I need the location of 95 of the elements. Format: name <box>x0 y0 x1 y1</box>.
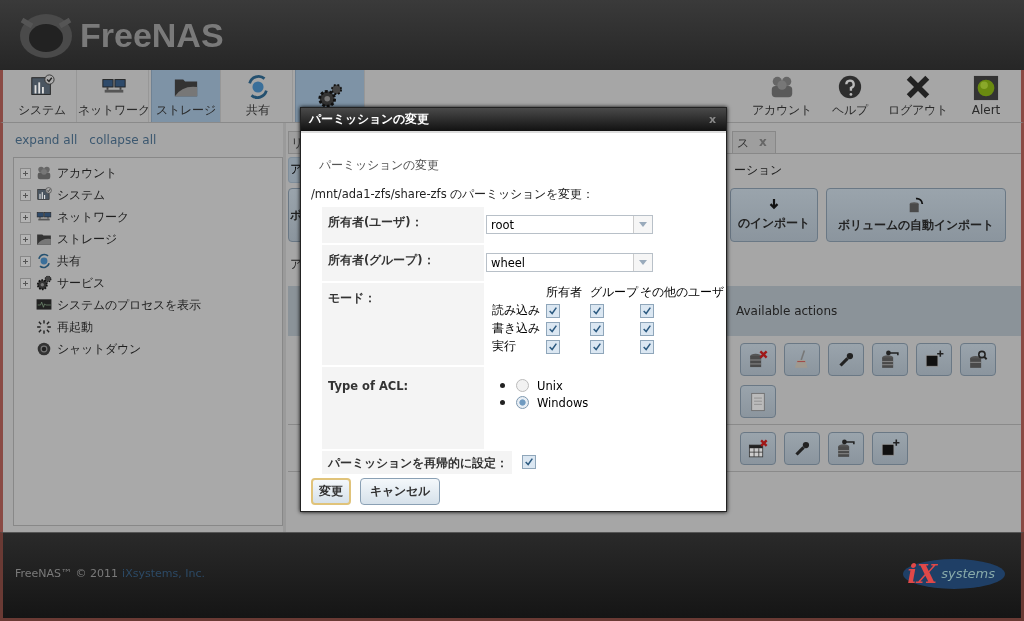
column-header: 所有者 <box>546 285 583 300</box>
tree-item[interactable]: システムのプロセスを表示 <box>57 296 201 314</box>
nav-button[interactable]: ストレージ <box>151 70 221 122</box>
column-header: Available actions <box>736 304 838 318</box>
field-label: Type of ACL: <box>328 379 409 393</box>
gears-icon <box>36 275 52 291</box>
checkbox[interactable] <box>640 303 654 318</box>
dialog-title: パーミッションの変更 <box>309 111 429 128</box>
tree-item[interactable]: 共有 <box>57 252 81 270</box>
checkbox[interactable] <box>522 455 536 469</box>
expand-icon[interactable] <box>20 189 31 201</box>
dialog-heading: パーミッションの変更 <box>318 157 440 174</box>
tree-item[interactable]: システム <box>57 186 105 204</box>
tree-item[interactable]: ネットワーク <box>57 208 129 226</box>
expand-icon[interactable] <box>20 233 31 245</box>
tab[interactable]: ス x <box>732 131 776 153</box>
database-key-icon <box>835 437 857 460</box>
download-icon <box>767 198 781 212</box>
nav-button[interactable]: Alert <box>953 70 1019 122</box>
alert-light-icon <box>973 75 999 101</box>
folder-icon <box>36 231 52 247</box>
checkbox[interactable] <box>640 321 654 336</box>
tree-item[interactable]: 再起動 <box>57 318 93 336</box>
nav-button[interactable]: 共有 <box>223 70 293 122</box>
expand-icon[interactable] <box>20 167 31 179</box>
close-icon[interactable]: x <box>708 113 716 126</box>
monitor-wave-icon <box>36 297 52 313</box>
checkbox[interactable] <box>546 321 560 336</box>
chart-monitor-icon <box>36 187 52 203</box>
radio-button[interactable] <box>516 379 529 392</box>
option-label: Unix <box>537 378 563 393</box>
cross-icon <box>905 73 931 100</box>
database-refresh-icon <box>907 196 925 214</box>
database-key-icon <box>879 348 901 371</box>
expand-icon[interactable] <box>20 255 31 267</box>
nav-button[interactable]: アカウント <box>749 70 815 122</box>
bullet-icon <box>500 400 505 405</box>
tree-item[interactable]: シャットダウン <box>57 340 141 358</box>
row-label: 実行 <box>492 339 517 354</box>
action-button[interactable] <box>784 432 820 465</box>
action-button[interactable] <box>916 343 952 376</box>
checkbox[interactable] <box>590 321 604 336</box>
caret-icon <box>639 260 647 265</box>
field-label: 所有者(グループ)： <box>328 253 435 267</box>
option-label: Windows <box>537 395 589 410</box>
checkbox[interactable] <box>590 339 604 354</box>
logo-text: FreeNAS <box>80 15 224 55</box>
path-text: /mnt/ada1-zfs/share-zfs のパーミッションを変更： <box>311 187 596 203</box>
tree-item[interactable]: サービス <box>57 274 105 292</box>
expand-icon[interactable] <box>20 277 31 289</box>
section-label: ア <box>289 255 302 273</box>
action-button[interactable] <box>960 343 996 376</box>
field-label: パーミッションを再帰的に設定： <box>328 456 508 470</box>
gears-icon <box>317 83 343 109</box>
action-button[interactable] <box>872 432 908 465</box>
checkbox[interactable] <box>546 303 560 318</box>
action-button[interactable] <box>828 343 864 376</box>
nav-button[interactable]: ログアウト <box>885 70 951 122</box>
auto-import-button[interactable]: ボリュームの自動インポート <box>826 188 1006 242</box>
tree-item[interactable]: アカウント <box>57 164 117 182</box>
users-icon <box>36 165 52 181</box>
expand-icon[interactable] <box>20 211 31 223</box>
dropdown-field[interactable]: wheel <box>486 253 653 272</box>
tree-item[interactable]: ストレージ <box>57 230 117 248</box>
checkbox[interactable] <box>640 339 654 354</box>
nav-button[interactable]: システム <box>7 70 77 122</box>
import-button[interactable]: のインポート <box>730 188 818 242</box>
action-button[interactable] <box>740 432 776 465</box>
row-label: 読み込み <box>492 303 541 318</box>
table-delete-icon <box>747 437 769 460</box>
row-label: 書き込み <box>492 321 541 336</box>
checkbox[interactable] <box>590 303 604 318</box>
spinner-icon <box>36 319 52 335</box>
help-icon <box>837 73 863 100</box>
action-button[interactable] <box>872 343 908 376</box>
copyright-text: FreeNAS™ © 2011 <box>15 567 119 580</box>
database-search-icon <box>967 348 989 371</box>
dialog-button[interactable]: キャンセル <box>360 478 440 505</box>
tree-link[interactable]: collapse all <box>89 133 157 157</box>
checkbox[interactable] <box>546 339 560 354</box>
bullet-icon <box>500 383 505 388</box>
radio-button[interactable] <box>516 396 529 409</box>
nav-button[interactable]: ネットワーク <box>79 70 149 122</box>
caret-icon <box>639 222 647 227</box>
field-label: 所有者(ユーザ)： <box>328 215 423 229</box>
power-icon <box>36 341 52 357</box>
action-button[interactable] <box>828 432 864 465</box>
tree-link[interactable]: expand all <box>15 133 78 157</box>
dialog-button[interactable]: 変更 <box>311 478 351 505</box>
globe-arrows-icon <box>36 253 52 269</box>
column-header: グループ <box>590 285 640 300</box>
field-label: モード： <box>328 291 376 305</box>
tab[interactable]: ーション <box>734 157 782 183</box>
dropdown-field[interactable]: root <box>486 215 653 234</box>
nav-button[interactable]: ヘルプ <box>817 70 883 122</box>
